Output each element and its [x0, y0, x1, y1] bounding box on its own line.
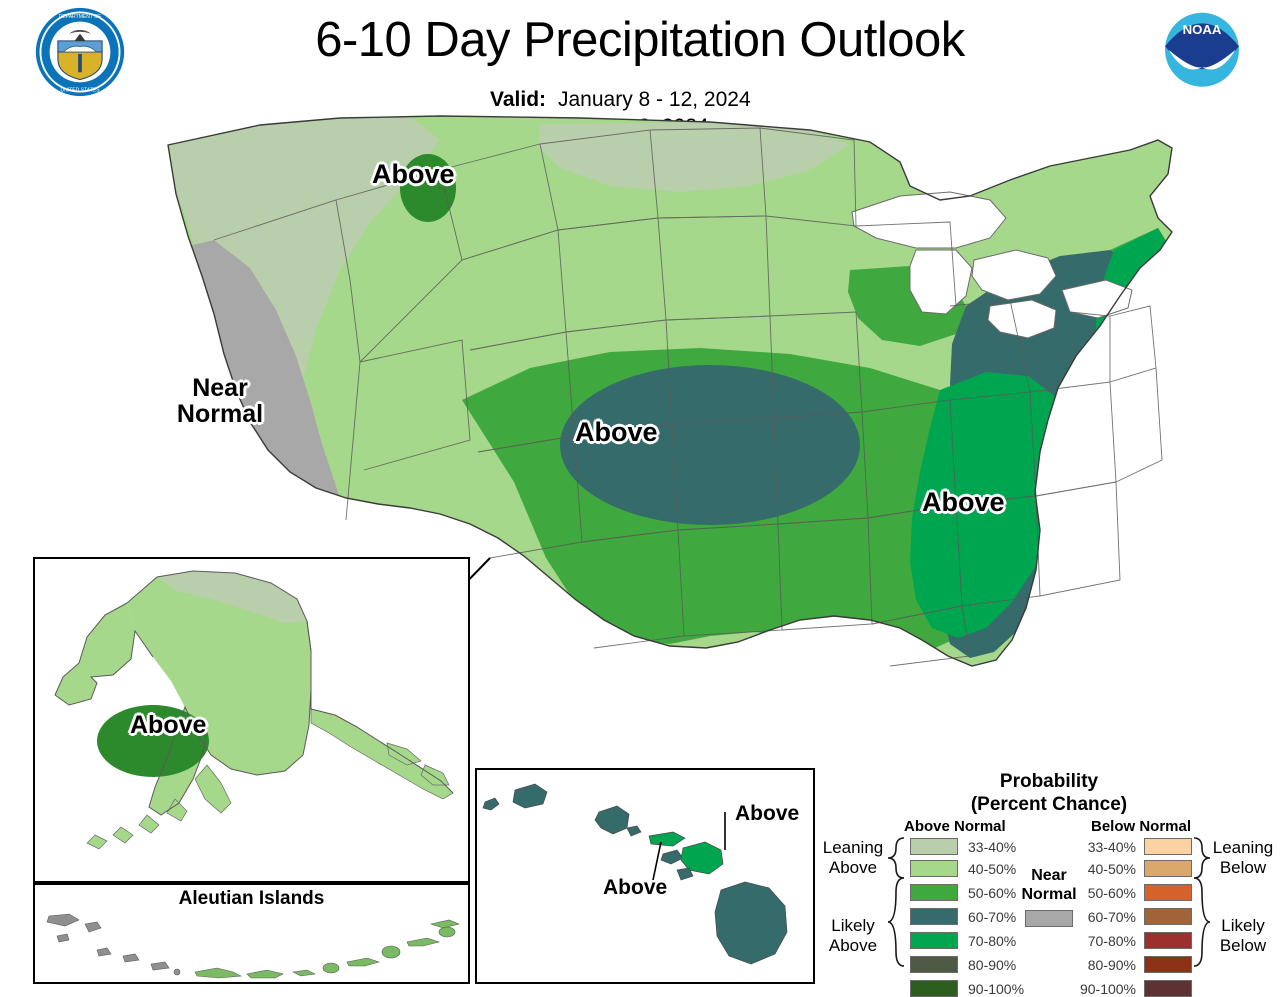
legend-label-below-33-40: 33-40% [1087, 839, 1136, 855]
legend-swatch-below-40-50 [1144, 860, 1192, 877]
legend-label-above-70-80: 70-80% [968, 933, 1017, 949]
map-label-southeast-above: Above [922, 487, 1005, 517]
legend-swatch-below-80-90 [1144, 956, 1192, 973]
aleutian-islands-title: Aleutian Islands [178, 888, 325, 909]
legend-label-above-40-50: 40-50% [968, 861, 1017, 877]
legend-label-above-60-70: 60-70% [968, 909, 1017, 925]
map-label-california-near-normal: Near Normal [172, 375, 268, 427]
legend-swatch-above-33-40 [910, 838, 958, 855]
legend-swatch-above-60-70 [910, 908, 958, 925]
map-label-plains-above: Above [575, 417, 658, 447]
legend-label-below-40-50: 40-50% [1087, 861, 1136, 877]
near-normal-line2: Normal [176, 400, 264, 428]
legend-label-below-50-60: 50-60% [1087, 885, 1136, 901]
map-label-alaska-above: Above [130, 711, 207, 739]
legend-label-above-50-60: 50-60% [968, 885, 1017, 901]
legend-braces [887, 837, 1211, 967]
legend-label-above-80-90: 80-90% [968, 957, 1017, 973]
legend-label-below-60-70: 60-70% [1087, 909, 1136, 925]
legend-swatch-below-60-70 [1144, 908, 1192, 925]
legend-swatch-above-50-60 [910, 884, 958, 901]
legend-label-above-33-40: 33-40% [968, 839, 1017, 855]
legend-label-below-80-90: 80-90% [1087, 957, 1136, 973]
map-label-hawaii-above-left: Above [603, 876, 668, 899]
legend-label-above-90-100: 90-100% [968, 981, 1025, 997]
legend-swatch-below-50-60 [1144, 884, 1192, 901]
legend-swatch-above-80-90 [910, 956, 958, 973]
legend-swatch-above-40-50 [910, 860, 958, 877]
alaska-map [54, 570, 454, 850]
aleutian-islands-map [46, 913, 460, 979]
page-title: 6-10 Day Precipitation Outlook [315, 13, 965, 67]
map-label-hawaii-above-right: Above [735, 802, 800, 825]
map-label-northwest-above: Above [372, 159, 455, 189]
legend-label-below-70-80: 70-80% [1087, 933, 1136, 949]
probability-legend: Probability (Percent Chance) Above Norma… [818, 768, 1280, 997]
legend-swatch-below-33-40 [1144, 838, 1192, 855]
near-normal-line1: Near [192, 374, 248, 402]
legend-swatch-above-70-80 [910, 932, 958, 949]
legend-swatch-below-70-80 [1144, 932, 1192, 949]
legend-label-below-90-100: 90-100% [1079, 981, 1136, 997]
